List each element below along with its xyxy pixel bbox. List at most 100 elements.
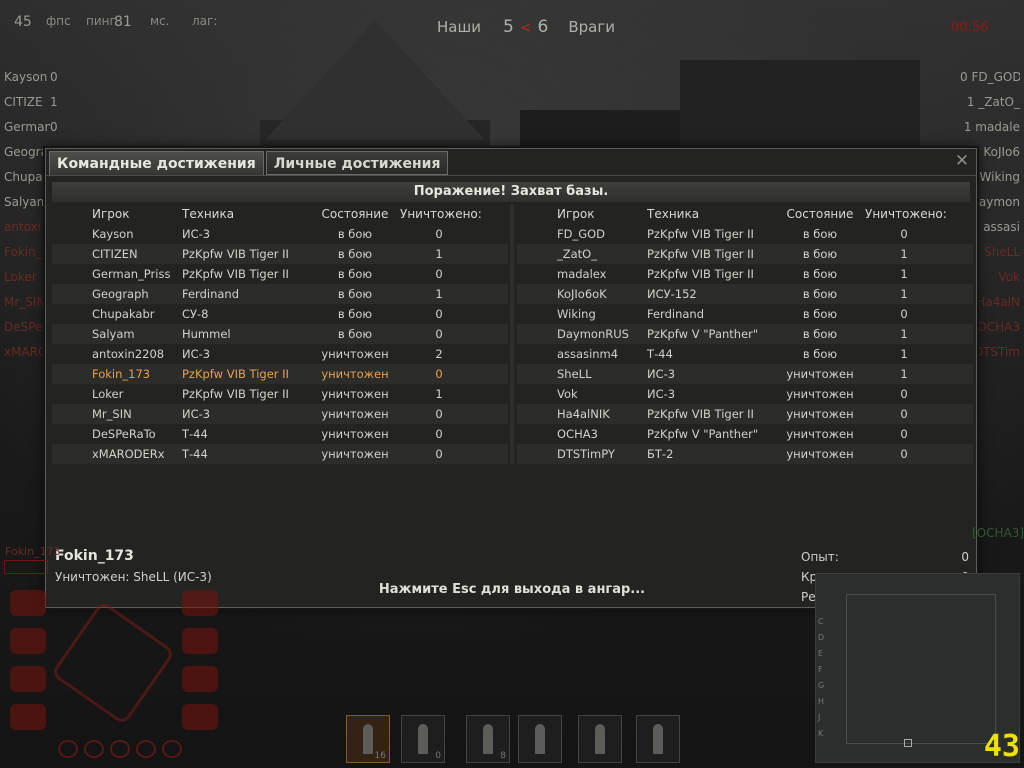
cell-vehicle: ИС-3 (182, 347, 211, 361)
cell-vehicle: Т-44 (647, 347, 673, 361)
turret-icon (182, 590, 218, 616)
cell-vehicle: Ferdinand (647, 307, 705, 321)
side-player-name: Salyam (4, 195, 49, 209)
he-shell-icon (483, 724, 493, 754)
results-tabs: Командные достижения Личные достижения (49, 151, 450, 175)
cell-state: в бою (337, 227, 373, 241)
cell-kills: 0 (900, 227, 908, 241)
cell-state: уничтожен (321, 447, 389, 461)
crew-icons (58, 740, 188, 760)
cell-kills: 2 (435, 347, 443, 361)
minimap-grid-letter: C (818, 617, 824, 626)
cell-state: в бою (337, 287, 373, 301)
table-row: German_Priss PzKpfw VIB Tiger II в бою 0 (52, 264, 508, 284)
side-player-name: CITIZE (4, 95, 43, 109)
cell-player: Kayson (92, 227, 134, 241)
header-kills: Уничтожено: (400, 207, 482, 221)
driver-icon (110, 740, 130, 758)
cell-player: OCHA3 (557, 427, 598, 441)
cell-player: madalex (557, 267, 607, 281)
cell-kills: 0 (435, 227, 443, 241)
side-player-name: xMAROD (4, 345, 50, 359)
side-player-name: Fokin_ (4, 245, 42, 259)
cell-player: Fokin_173 (92, 367, 151, 381)
cell-state: в бою (802, 287, 838, 301)
header-vehicle: Техника (182, 207, 235, 221)
slot-repair-kit[interactable] (518, 715, 562, 763)
minimap-grid-letters: CDEFGHJK (818, 614, 828, 742)
battle-timer: 00:56 (951, 20, 989, 35)
radio-icon (182, 628, 218, 654)
table-row: Kayson ИС-3 в бою 0 (52, 224, 508, 244)
cell-player: Salyam (92, 327, 135, 341)
close-icon[interactable]: ✕ (954, 153, 970, 170)
ping-label: пинг (86, 14, 116, 28)
cell-kills: 0 (435, 367, 443, 381)
engine-icon (10, 590, 46, 616)
side-player-kills: 1 (50, 95, 58, 109)
table-row: DeSPeRaTo Т-44 уничтожен 0 (52, 424, 508, 444)
cell-state: уничтожен (786, 407, 854, 421)
team-score: Наши 5 < 6 Враги (437, 17, 615, 37)
cell-vehicle: Т-44 (182, 427, 208, 441)
slot-fire-extinguisher[interactable] (636, 715, 680, 763)
cell-vehicle: PzKpfw VIB Tiger II (182, 387, 289, 401)
cell-vehicle: PzKpfw VIB Tiger II (647, 227, 754, 241)
cell-player: Vok (557, 387, 578, 401)
cell-player: Wiking (557, 307, 596, 321)
header-player: Игрок (92, 207, 130, 221)
health-bar (4, 560, 48, 574)
table-row: FD_GOD PzKpfw VIB Tiger II в бою 0 (517, 224, 973, 244)
cell-vehicle: PzKpfw VIB Tiger II (182, 367, 289, 381)
table-row: Loker PzKpfw VIB Tiger II уничтожен 1 (52, 384, 508, 404)
cell-player: assasinm4 (557, 347, 619, 361)
score-separator-icon: < (519, 20, 532, 36)
battle-results-dialog: Командные достижения Личные достижения ✕… (45, 148, 977, 608)
cell-state: в бою (337, 267, 373, 281)
table-row: xMARODERx Т-44 уничтожен 0 (52, 444, 508, 464)
slot-ap-shell[interactable]: 16 (346, 715, 390, 763)
cell-state: уничтожен (786, 367, 854, 381)
tab-team-achievements[interactable]: Командные достижения (49, 151, 264, 175)
table-row: _ZatO_ PzKpfw VIB Tiger II в бою 1 (517, 244, 973, 264)
cell-player: antoxin2208 (92, 347, 165, 361)
cell-state: уничтожен (321, 407, 389, 421)
table-row: Chupakabr СУ-8 в бою 0 (52, 304, 508, 324)
cell-kills: 1 (900, 267, 908, 281)
cell-player: Loker (92, 387, 124, 401)
damage-panel (4, 578, 224, 763)
side-player-name: Geogra (4, 145, 48, 159)
side-player-kills: 0 (50, 70, 58, 84)
cell-vehicle: ИС-3 (647, 367, 676, 381)
cell-vehicle: ИС-3 (182, 407, 211, 421)
table-row: Geograph Ferdinand в бою 1 (52, 284, 508, 304)
table-row: Ha4alNIK PzKpfw VIB Tiger II уничтожен 0 (517, 404, 973, 424)
repair-kit-icon (535, 724, 545, 754)
cell-vehicle: PzKpfw VIB Tiger II (647, 267, 754, 281)
player-name: Fokin_173 (55, 548, 134, 564)
fps-value: 45 (14, 14, 32, 30)
tracks-icon (10, 666, 46, 692)
cell-vehicle: PzKpfw V "Panther" (647, 327, 759, 341)
cell-vehicle: PzKpfw V "Panther" (647, 427, 759, 441)
cell-kills: 0 (900, 427, 908, 441)
tab-personal-achievements[interactable]: Личные достижения (265, 151, 449, 175)
cell-kills: 0 (900, 387, 908, 401)
slot-apcr-shell[interactable]: 0 (401, 715, 445, 763)
minimap-grid-letter: E (818, 649, 824, 658)
stat-value: 0 (961, 550, 969, 564)
cell-player: Mr_SIN (92, 407, 132, 421)
minimap-grid-letter: D (818, 633, 825, 642)
cell-kills: 1 (435, 247, 443, 261)
gun-icon (10, 628, 46, 654)
own-vehicle-name: Fokin_173 (5, 545, 61, 558)
slot-first-aid[interactable] (578, 715, 622, 763)
cell-player: DaymonRUS (557, 327, 629, 341)
cell-kills: 1 (435, 287, 443, 301)
cell-vehicle: ИС-3 (182, 227, 211, 241)
slot-he-shell[interactable]: 8 (466, 715, 510, 763)
side-list-item: 1 madale (963, 120, 1020, 134)
minimap-roads (846, 594, 996, 744)
radioman-icon (136, 740, 156, 758)
cell-kills: 0 (435, 407, 443, 421)
